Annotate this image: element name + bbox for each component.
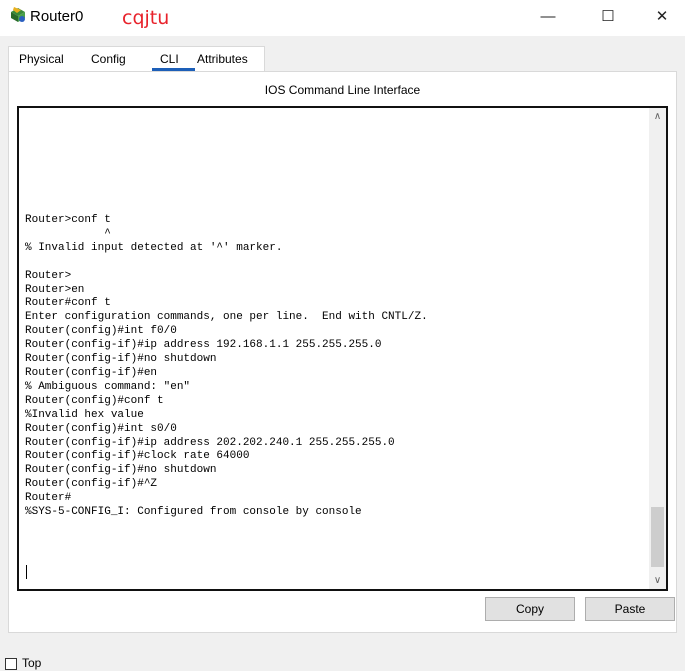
chevron-up-icon: ∧ bbox=[653, 111, 662, 122]
close-button[interactable]: ✕ bbox=[639, 0, 685, 32]
watermark-text: cqjtu bbox=[122, 7, 170, 29]
tab-bar: Physical Config CLI Attributes bbox=[8, 46, 265, 72]
copy-button[interactable]: Copy bbox=[485, 597, 575, 621]
minimize-button[interactable]: — bbox=[525, 0, 571, 32]
tab-config[interactable]: Config bbox=[91, 52, 126, 66]
tab-cli[interactable]: CLI bbox=[160, 52, 179, 66]
scrollbar-thumb[interactable] bbox=[651, 507, 664, 567]
tab-attributes[interactable]: Attributes bbox=[197, 52, 248, 66]
minimize-icon: — bbox=[540, 7, 556, 25]
top-checkbox[interactable] bbox=[5, 658, 17, 670]
router-device-icon bbox=[11, 7, 25, 22]
scroll-down-button[interactable]: ∨ bbox=[649, 572, 666, 589]
window-title: Router0 bbox=[30, 8, 84, 25]
paste-button[interactable]: Paste bbox=[585, 597, 675, 621]
cli-terminal[interactable]: Router>conf t ^ % Invalid input detected… bbox=[17, 106, 668, 591]
chevron-down-icon: ∨ bbox=[653, 575, 662, 586]
title-bar: Router0 cqjtu — ☐ ✕ bbox=[0, 0, 685, 36]
top-checkbox-label: Top bbox=[22, 656, 42, 670]
text-cursor bbox=[26, 565, 27, 579]
vertical-scrollbar[interactable]: ∧ ∨ bbox=[649, 108, 666, 589]
cli-header: IOS Command Line Interface bbox=[264, 83, 421, 97]
tab-physical[interactable]: Physical bbox=[19, 52, 64, 66]
cli-output-text: Router>conf t ^ % Invalid input detected… bbox=[25, 214, 428, 519]
maximize-icon: ☐ bbox=[601, 8, 615, 25]
scroll-up-button[interactable]: ∧ bbox=[649, 108, 666, 125]
maximize-button[interactable]: ☐ bbox=[585, 0, 631, 32]
close-icon: ✕ bbox=[655, 8, 669, 25]
